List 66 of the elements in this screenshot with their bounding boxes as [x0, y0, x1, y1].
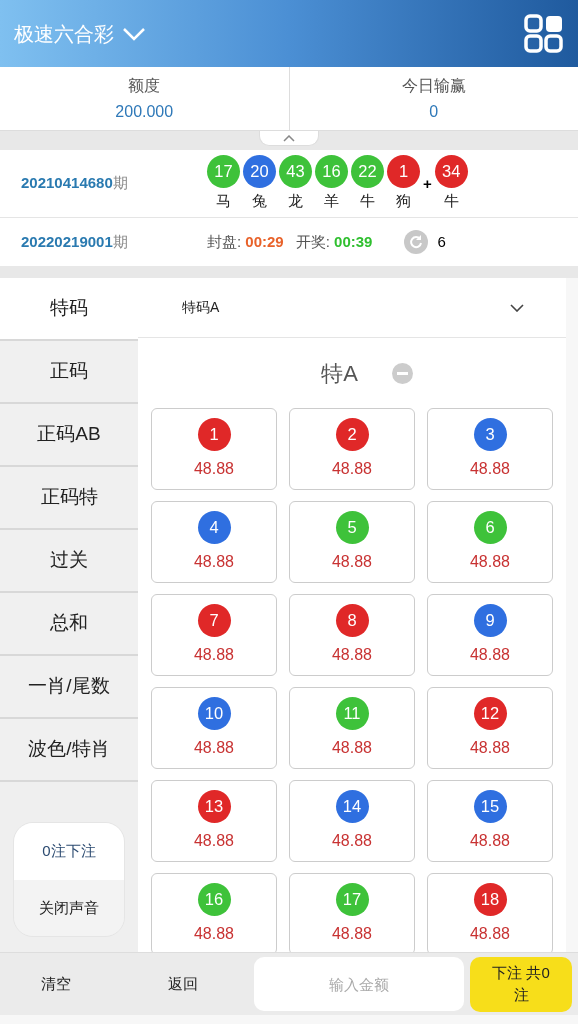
- number-card[interactable]: 9 48.88: [427, 594, 553, 676]
- place-bet-button[interactable]: 下注 共0注: [470, 956, 572, 1012]
- number-card[interactable]: 8 48.88: [289, 594, 415, 676]
- amount-input[interactable]: 输入金额: [254, 957, 464, 1011]
- refresh-count: 6: [437, 231, 446, 252]
- number-card[interactable]: 7 48.88: [151, 594, 277, 676]
- minus-circle-icon[interactable]: [391, 362, 413, 384]
- odds-value: 48.88: [193, 551, 234, 572]
- draw-countdown: 开奖: 00:39: [295, 231, 373, 252]
- odds-value: 48.88: [469, 458, 510, 479]
- number-card[interactable]: 12 48.88: [427, 687, 553, 769]
- number-card[interactable]: 15 48.88: [427, 780, 553, 862]
- grid-menu-icon[interactable]: [524, 13, 564, 54]
- odds-value: 48.88: [331, 737, 372, 758]
- number-card[interactable]: 14 48.88: [289, 780, 415, 862]
- odds-value: 48.88: [469, 830, 510, 851]
- odds-value: 48.88: [193, 737, 234, 758]
- zodiac-label: 牛: [360, 190, 375, 211]
- collapse-tab[interactable]: [259, 131, 319, 146]
- stat-label: 今日输赢: [401, 75, 466, 96]
- number-card[interactable]: 11 48.88: [289, 687, 415, 769]
- zodiac-label: 龙: [288, 190, 303, 211]
- odds-value: 48.88: [331, 830, 372, 851]
- odds-value: 48.88: [331, 551, 372, 572]
- odds-value: 48.88: [469, 737, 510, 758]
- stat-value: 0: [429, 101, 439, 122]
- refresh-icon[interactable]: [404, 230, 429, 254]
- number-card[interactable]: 5 48.88: [289, 501, 415, 583]
- clear-button[interactable]: 清空: [0, 972, 112, 996]
- number-card[interactable]: 1 48.88: [151, 408, 277, 490]
- category-tab[interactable]: 特码: [0, 278, 138, 341]
- stat-label: 额度: [128, 75, 161, 96]
- sound-toggle-button[interactable]: 关闭声音: [14, 880, 124, 936]
- chevron-down-icon: [510, 303, 524, 312]
- section-title: 特A: [321, 359, 358, 388]
- odds-value: 48.88: [469, 644, 510, 665]
- number-card[interactable]: 3 48.88: [427, 408, 553, 490]
- zodiac-label: 羊: [324, 190, 339, 211]
- zodiac-label: 马: [216, 190, 231, 211]
- play-type-dropdown[interactable]: 特码A: [138, 278, 566, 338]
- odds-value: 48.88: [469, 923, 510, 944]
- back-button[interactable]: 返回: [112, 972, 254, 996]
- plus-sign: +: [423, 173, 432, 194]
- number-card[interactable]: 10 48.88: [151, 687, 277, 769]
- issue-number: 20210414680期: [21, 173, 129, 194]
- chevron-down-icon: [122, 26, 146, 41]
- odds-value: 48.88: [469, 551, 510, 572]
- issue-number: 20220219001期: [21, 231, 129, 252]
- number-card[interactable]: 13 48.88: [151, 780, 277, 862]
- odds-value: 48.88: [193, 830, 234, 851]
- odds-value: 48.88: [193, 458, 234, 479]
- odds-value: 48.88: [193, 923, 234, 944]
- odds-value: 48.88: [331, 644, 372, 665]
- zodiac-label: 狗: [396, 190, 411, 211]
- odds-value: 48.88: [193, 644, 234, 665]
- number-card[interactable]: 4 48.88: [151, 501, 277, 583]
- number-card[interactable]: 2 48.88: [289, 408, 415, 490]
- zodiac-label: 兔: [252, 190, 267, 211]
- bet-count-button[interactable]: 0注下注: [14, 823, 124, 880]
- odds-value: 48.88: [331, 458, 372, 479]
- odds-value: 48.88: [331, 923, 372, 944]
- zodiac-label: 牛: [443, 190, 459, 211]
- stat-value: 200.000: [115, 101, 174, 122]
- caret-up-icon: [283, 134, 295, 142]
- close-countdown: 封盘: 00:29: [207, 231, 284, 252]
- number-card[interactable]: 6 48.88: [427, 501, 553, 583]
